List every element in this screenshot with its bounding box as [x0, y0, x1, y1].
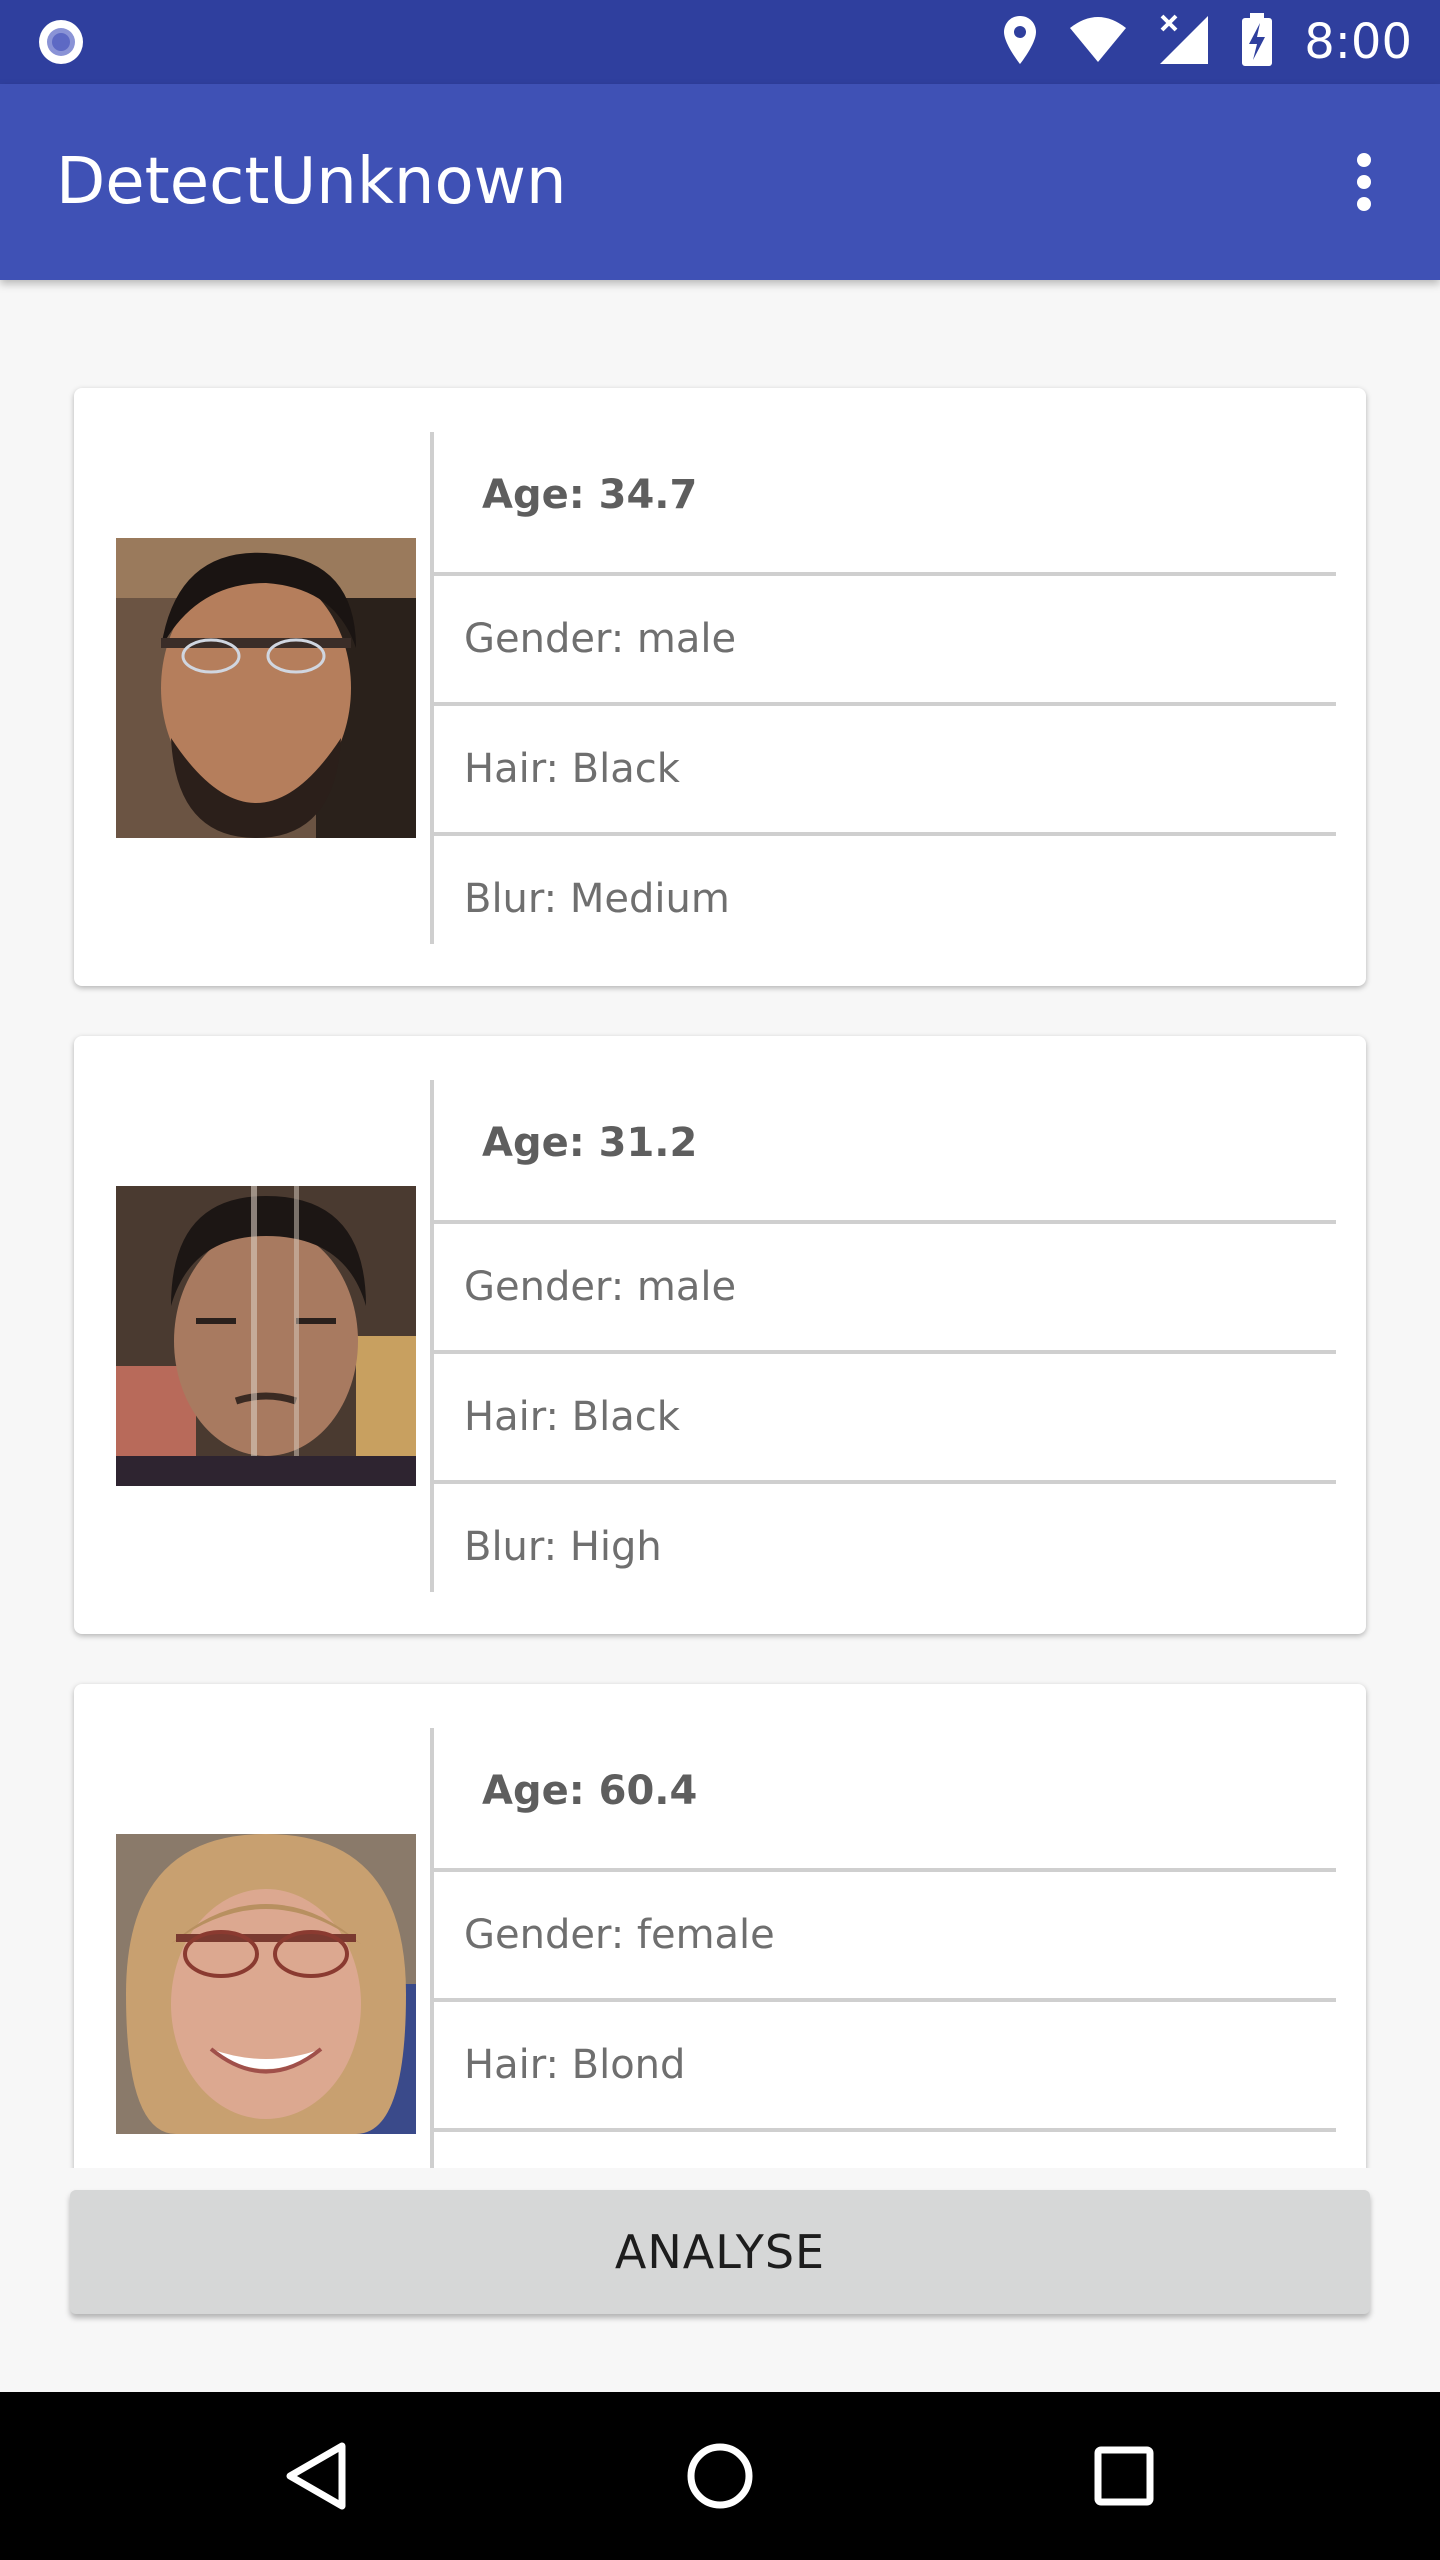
wifi-icon: [1068, 16, 1128, 68]
hair-row: Hair: Black: [434, 706, 1336, 832]
age-row: Age: 34.7: [434, 432, 1336, 572]
hair-row: Hair: Blond: [434, 2002, 1336, 2128]
face-card: Age: 31.2 Gender: male Hair: Black Blur:…: [74, 1036, 1366, 1634]
face-photo: [116, 1186, 416, 1486]
status-bar: 8:00: [0, 0, 1440, 84]
location-icon: [1002, 14, 1038, 70]
blur-label: Blur: Medium: [464, 876, 730, 922]
overflow-menu-button[interactable]: [1324, 142, 1404, 222]
age-label: Age: 31.2: [482, 1120, 698, 1166]
app-bar: DetectUnknown: [0, 84, 1440, 280]
face-card: Age: 60.4 Gender: female Hair: Blond: [74, 1684, 1366, 2168]
face-photo: [116, 538, 416, 838]
status-time: 8:00: [1304, 14, 1412, 70]
hair-label: Hair: Black: [464, 746, 680, 792]
hair-row: Hair: Black: [434, 1354, 1336, 1480]
gender-label: Gender: male: [464, 1264, 737, 1310]
notification-icon: [36, 17, 86, 67]
back-icon: [286, 2442, 346, 2510]
face-photo: [116, 1834, 416, 2134]
cellular-icon: [1158, 14, 1210, 70]
overflow-menu-icon: [1357, 153, 1371, 211]
age-label: Age: 34.7: [482, 472, 698, 518]
blur-row: Blur: Medium: [434, 836, 1336, 944]
face-list[interactable]: Age: 34.7 Gender: male Hair: Black Blur:…: [0, 280, 1440, 2168]
home-button[interactable]: [670, 2426, 770, 2526]
recents-icon: [1094, 2446, 1154, 2506]
age-row: Age: 60.4: [434, 1728, 1336, 1868]
age-row: Age: 31.2: [434, 1080, 1336, 1220]
gender-label: Gender: male: [464, 616, 737, 662]
navigation-bar: [0, 2392, 1440, 2560]
back-button[interactable]: [266, 2426, 366, 2526]
blur-row: Blur: High: [434, 1484, 1336, 1592]
gender-label: Gender: female: [464, 1912, 775, 1958]
home-icon: [687, 2443, 753, 2509]
analyse-button[interactable]: ANALYSE: [70, 2190, 1370, 2314]
gender-row: Gender: male: [434, 576, 1336, 702]
battery-charging-icon: [1240, 13, 1274, 71]
hair-label: Hair: Black: [464, 1394, 680, 1440]
age-label: Age: 60.4: [482, 1768, 698, 1814]
hair-label: Hair: Blond: [464, 2042, 686, 2088]
gender-row: Gender: male: [434, 1224, 1336, 1350]
app-title: DetectUnknown: [56, 145, 567, 219]
blur-label: Blur: High: [464, 1524, 662, 1570]
gender-row: Gender: female: [434, 1872, 1336, 1998]
recents-button[interactable]: [1074, 2426, 1174, 2526]
face-card: Age: 34.7 Gender: male Hair: Black Blur:…: [74, 388, 1366, 986]
divider: [434, 2128, 1336, 2132]
